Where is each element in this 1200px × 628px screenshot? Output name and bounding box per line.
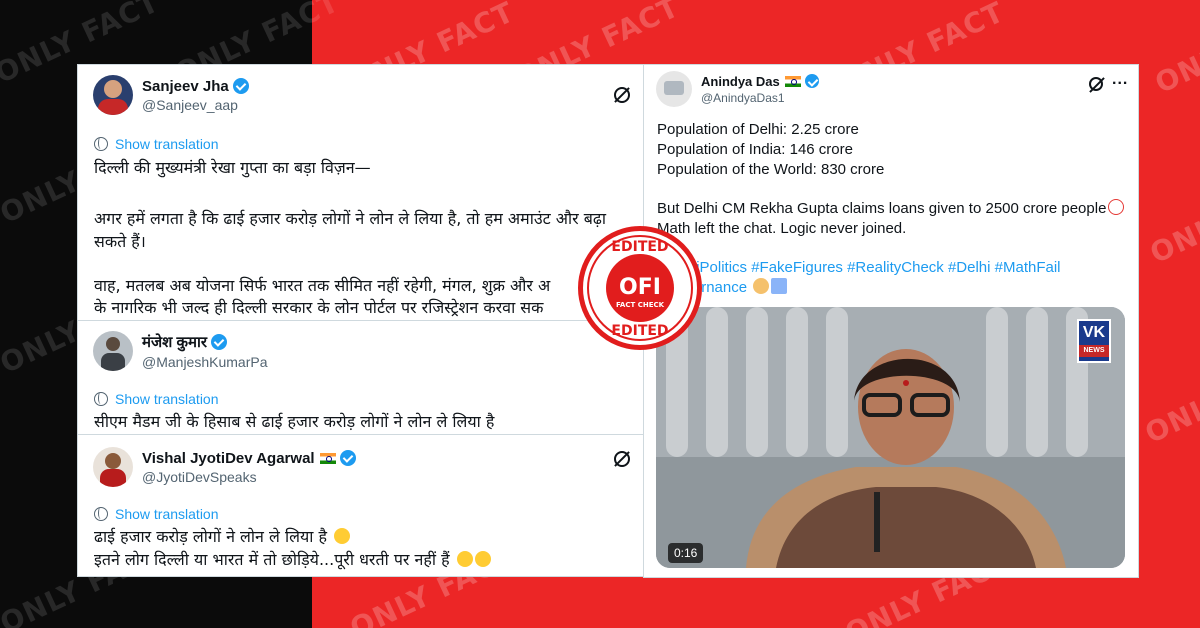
laughing-emoji-icon <box>474 551 491 567</box>
video-frame <box>656 307 1125 568</box>
video-duration: 0:16 <box>668 543 704 563</box>
globe-icon <box>94 507 108 521</box>
tweet-line: अगर हमें लगता है कि ढाई हजार करोड़ लोगों… <box>94 209 607 228</box>
tweet-line: Population of Delhi: 2.25 crore <box>657 121 859 138</box>
show-translation-label: Show translation <box>115 136 219 152</box>
tweet-line: वाह, मतलब अब योजना सिर्फ भारत तक सीमित न… <box>94 276 551 295</box>
channel-logo: VK NEWS <box>1077 319 1111 363</box>
tweet-card-vishal[interactable]: Vishal JyotiDev Agarwal @JyotiDevSpeaks … <box>77 434 645 577</box>
tweet-line: But Delhi CM Rekha Gupta claims loans gi… <box>657 199 1125 219</box>
verified-badge-icon <box>232 78 249 94</box>
show-translation-label: Show translation <box>115 391 219 407</box>
author-handle[interactable]: @Sanjeev_aap <box>142 97 249 113</box>
avatar[interactable] <box>93 331 133 371</box>
show-translation-label: Show translation <box>115 506 219 522</box>
author-name[interactable]: Anindya Das <box>701 74 780 89</box>
laughing-emoji-icon <box>456 551 473 567</box>
author-name[interactable]: Vishal JyotiDev Agarwal <box>142 450 315 467</box>
tweet-line: ढाई हजार करोड़ लोगों ने लोन ले लिया है <box>94 526 351 548</box>
india-flag-icon <box>784 75 801 87</box>
show-translation-link[interactable]: Show translation <box>94 136 219 152</box>
grok-icon[interactable] <box>614 451 630 467</box>
verified-badge-icon <box>339 450 356 466</box>
clown-emoji-icon <box>1108 199 1125 215</box>
tweet-line: इतने लोग दिल्ली या भारत में तो छोड़िये..… <box>94 549 491 571</box>
hashtags-line[interactable]: #DelhiPolitics #FakeFigures #RealityChec… <box>657 258 1061 278</box>
stamp-top-text: EDITED <box>611 239 668 255</box>
stamp-logo-text: OFI <box>619 275 661 300</box>
show-translation-link[interactable]: Show translation <box>94 391 219 407</box>
verified-badge-icon <box>210 334 227 350</box>
channel-logo-subtext: NEWS <box>1079 345 1109 357</box>
tweet-card-sanjeev[interactable]: Sanjeev Jha @Sanjeev_aap Show translatio… <box>77 64 645 322</box>
stamp-bottom-text: EDITED <box>611 323 668 339</box>
tweet-card-manjesh[interactable]: मंजेश कुमार @ManjeshKumarPa Show transla… <box>77 320 645 436</box>
author-handle[interactable]: @ManjeshKumarPa <box>142 354 268 370</box>
video-player[interactable]: VK NEWS 0:16 <box>656 307 1125 568</box>
globe-icon <box>94 392 108 406</box>
shocked-emoji-icon <box>334 528 351 544</box>
author-name[interactable]: Sanjeev Jha <box>142 78 229 95</box>
stamp-sub-text: FACT CHECK <box>616 301 665 309</box>
channel-logo-text: VK <box>1082 324 1106 341</box>
tweet-line: Population of India: 146 crore <box>657 141 853 158</box>
author-handle[interactable]: @AnindyaDas1 <box>701 91 819 105</box>
tweet-line: सकते हैं। <box>94 232 146 251</box>
tweet-line: Population of the World: 830 crore <box>657 161 885 178</box>
stamp-graphic: OFI FACT CHECK EDITED EDITED <box>587 235 693 341</box>
chart-emoji-icon <box>771 278 788 294</box>
author-handle[interactable]: @JyotiDevSpeaks <box>142 469 356 485</box>
tweet-line: सीएम मैडम जी के हिसाब से ढाई हजार करोड़ … <box>94 412 495 431</box>
edited-stamp: OFI FACT CHECK EDITED EDITED <box>578 226 702 350</box>
tweet-line-text: इतने लोग दिल्ली या भारत में तो छोड़िये..… <box>94 550 450 569</box>
more-options-icon[interactable]: ... <box>1112 71 1128 89</box>
tweet-line-text: But Delhi CM Rekha Gupta claims loans gi… <box>657 200 1107 217</box>
avatar[interactable] <box>93 75 133 115</box>
avatar[interactable] <box>656 71 692 107</box>
avatar[interactable] <box>93 447 133 487</box>
person-emoji-icon <box>753 278 770 294</box>
tweet-line-text: ढाई हजार करोड़ लोगों ने लोन ले लिया है <box>94 527 327 546</box>
show-translation-link[interactable]: Show translation <box>94 506 219 522</box>
tweet-line: दिल्ली की मुख्यमंत्री रेखा गुप्ता का बड़… <box>94 158 371 177</box>
india-flag-icon <box>319 452 336 464</box>
grok-icon[interactable] <box>1089 77 1103 91</box>
verified-badge-icon <box>804 74 819 88</box>
tweet-line: के नागरिक भी जल्द ही दिल्ली सरकार के लोन… <box>94 298 544 317</box>
grok-icon[interactable] <box>614 87 630 103</box>
globe-icon <box>94 137 108 151</box>
author-name[interactable]: मंजेश कुमार <box>142 332 207 352</box>
